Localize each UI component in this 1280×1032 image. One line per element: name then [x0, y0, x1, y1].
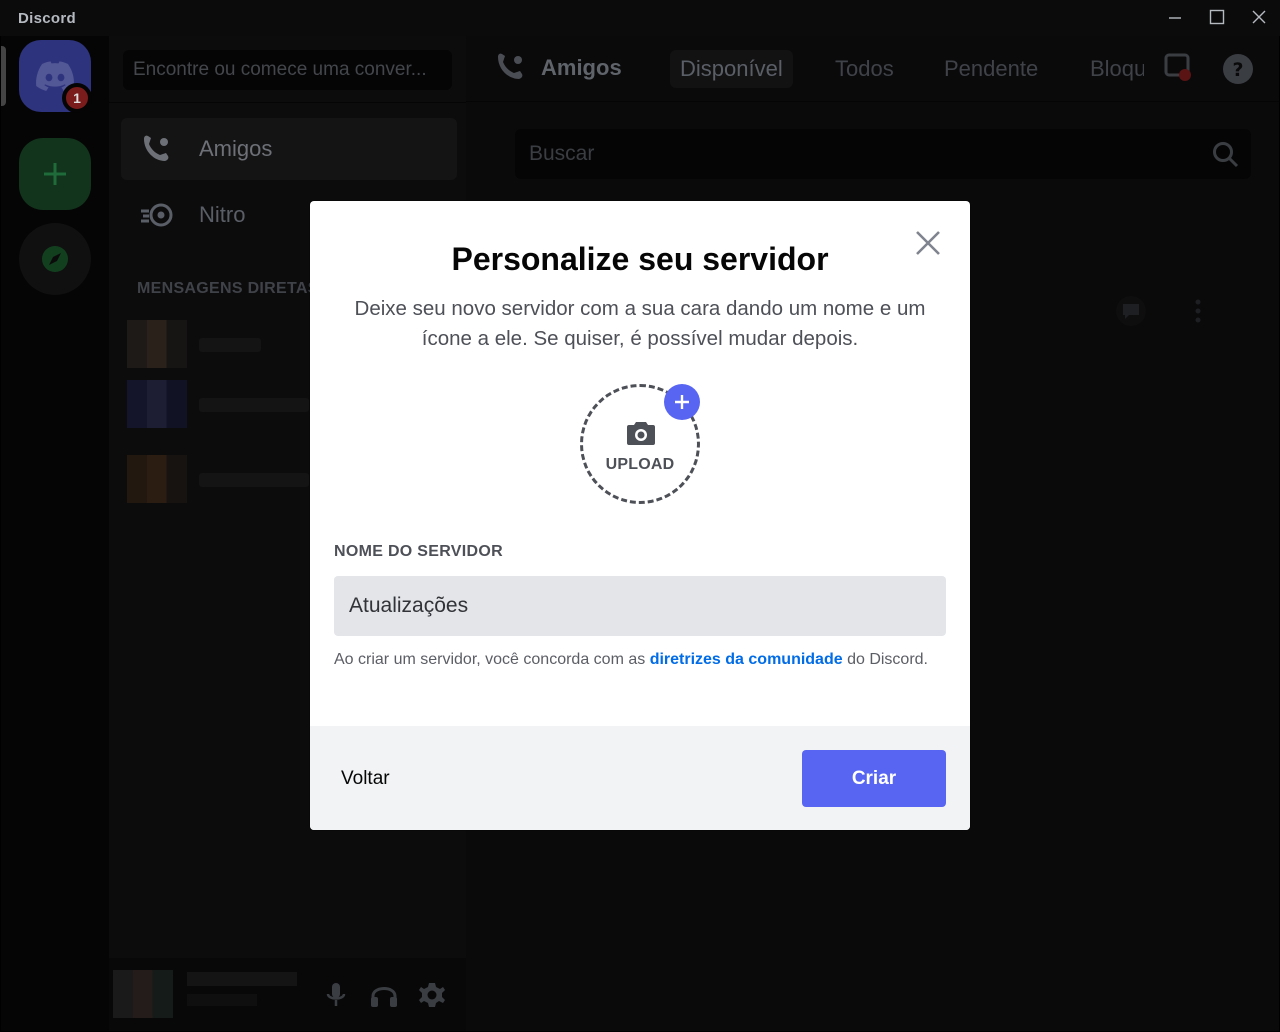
minimize-icon	[1169, 17, 1181, 19]
more-options-button[interactable]	[1193, 298, 1203, 329]
app-title: Discord	[18, 10, 76, 27]
gear-icon	[419, 983, 445, 1007]
modal-title: Personalize seu servidor	[451, 241, 829, 277]
search-placeholder: Buscar	[529, 142, 595, 165]
mute-button[interactable]	[321, 980, 351, 1010]
more-vertical-icon	[1195, 299, 1201, 323]
friends-search-input[interactable]: Buscar	[515, 129, 1251, 179]
minimize-button[interactable]	[1154, 0, 1196, 34]
user-settings-button[interactable]	[417, 980, 447, 1010]
explore-button[interactable]	[19, 223, 91, 295]
create-server-modal: Personalize seu servidor Deixe seu novo …	[310, 201, 970, 830]
add-server-button[interactable]	[19, 138, 91, 210]
friends-toolbar: Amigos Disponível Todos Pendente Bloquea…	[466, 36, 1279, 102]
terms-notice: Ao criar um servidor, você concorda com …	[334, 648, 934, 672]
upload-label: UPLOAD	[605, 456, 675, 473]
svg-text:?: ?	[1232, 59, 1243, 81]
username-redacted	[187, 972, 297, 986]
create-button[interactable]: Criar	[802, 750, 946, 807]
help-icon: ?	[1223, 54, 1253, 84]
tab-blocked[interactable]: Bloqueado	[1080, 50, 1144, 88]
chat-icon	[1116, 296, 1146, 326]
deafen-button[interactable]	[369, 980, 399, 1010]
server-name-label: NOME DO SERVIDOR	[334, 543, 503, 560]
close-icon	[1252, 10, 1266, 24]
divider	[109, 102, 466, 103]
microphone-icon	[326, 983, 346, 1006]
plus-icon	[675, 395, 689, 409]
friends-icon	[137, 135, 177, 163]
camera-icon	[626, 420, 656, 451]
add-icon-badge[interactable]	[664, 384, 700, 420]
direct-messages-header: MENSAGENS DIRETAS	[137, 280, 319, 297]
nitro-icon	[137, 202, 177, 228]
dm-name-redacted	[199, 473, 309, 487]
maximize-icon	[1209, 9, 1225, 25]
tab-all[interactable]: Todos	[825, 50, 904, 88]
help-button[interactable]: ?	[1222, 53, 1254, 90]
community-guidelines-link[interactable]: diretrizes da comunidade	[650, 651, 843, 668]
avatar	[127, 455, 187, 503]
search-icon	[1212, 141, 1240, 174]
server-rail: 1	[1, 36, 109, 1031]
window-titlebar: Discord	[0, 0, 1280, 36]
tab-online[interactable]: Disponível	[670, 50, 793, 88]
sidebar-item-label: Nitro	[199, 202, 246, 227]
terms-prefix: Ao criar um servidor, você concorda com …	[334, 651, 650, 668]
user-status-redacted	[187, 994, 257, 1006]
find-conversation-input[interactable]: Encontre ou comece uma conver...	[123, 50, 452, 90]
window-close-button[interactable]	[1238, 0, 1280, 34]
dm-name-redacted	[199, 338, 261, 352]
terms-suffix: do Discord.	[842, 651, 928, 668]
server-name-input[interactable]	[334, 576, 946, 636]
sidebar-item-label: Amigos	[199, 136, 273, 161]
user-avatar[interactable]	[113, 970, 173, 1018]
inbox-icon	[1164, 53, 1191, 81]
notification-badge: 1	[62, 83, 92, 113]
inbox-button[interactable]	[1163, 52, 1195, 89]
headphones-icon	[371, 987, 397, 1007]
modal-description: Deixe seu novo servidor com a sua cara d…	[354, 297, 926, 350]
modal-footer: Voltar Criar	[310, 726, 970, 830]
friends-icon	[494, 53, 528, 86]
plus-icon	[44, 163, 66, 185]
back-button[interactable]: Voltar	[328, 751, 403, 807]
tab-pending[interactable]: Pendente	[934, 50, 1048, 88]
selected-indicator	[1, 46, 6, 106]
compass-icon	[42, 246, 68, 272]
sidebar-item-friends[interactable]: Amigos	[121, 118, 457, 180]
dm-name-redacted	[199, 398, 309, 412]
message-button[interactable]	[1116, 296, 1146, 331]
page-title: Amigos	[541, 55, 622, 80]
maximize-button[interactable]	[1196, 0, 1238, 34]
user-panel	[109, 958, 466, 1031]
avatar	[127, 380, 187, 428]
avatar	[127, 320, 187, 368]
